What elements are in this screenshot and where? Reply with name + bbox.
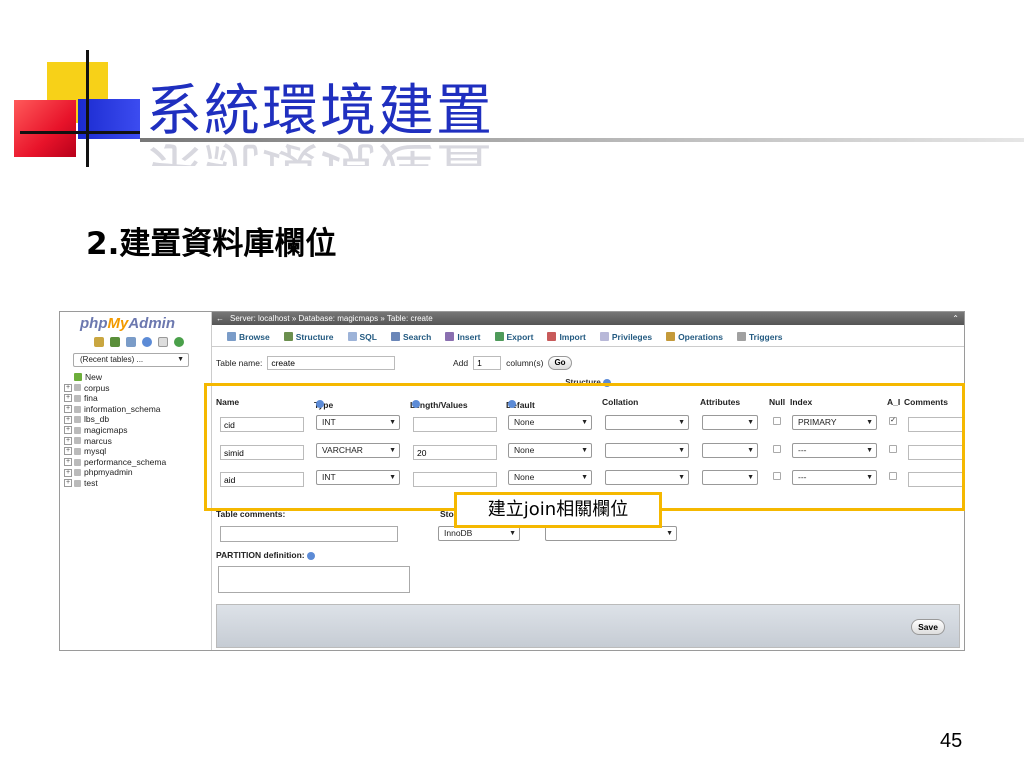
recent-tables-select[interactable]: (Recent tables) ... ▼: [73, 353, 189, 367]
expand-icon[interactable]: +: [64, 479, 72, 488]
chevron-down-icon: ▼: [509, 530, 516, 537]
new-database-icon: [74, 373, 82, 382]
query-window-icon[interactable]: [126, 337, 136, 347]
database-icon: [74, 416, 81, 424]
partition-textarea[interactable]: [218, 566, 410, 593]
red-square-decoration: [14, 100, 76, 157]
expand-icon[interactable]: +: [64, 468, 72, 477]
table-name-input[interactable]: [267, 356, 396, 370]
expand-icon[interactable]: +: [64, 436, 72, 445]
database-icon: [74, 394, 81, 402]
expand-icon[interactable]: +: [64, 415, 72, 424]
tab-insert[interactable]: Insert: [438, 327, 487, 346]
docs-icon[interactable]: [142, 337, 152, 347]
table-name-row: Table name:: [216, 356, 396, 370]
partition-label: PARTITION definition:: [216, 550, 315, 560]
tab-search[interactable]: Search: [384, 327, 438, 346]
expand-icon[interactable]: +: [64, 447, 72, 456]
tree-item-database[interactable]: + corpus: [64, 383, 166, 394]
reload-icon[interactable]: [174, 337, 184, 347]
slide-subtitle: 2.建置資料庫欄位: [86, 226, 337, 262]
expand-icon[interactable]: +: [64, 394, 72, 403]
tree-item-database[interactable]: + lbs_db: [64, 414, 166, 425]
database-icon: [74, 479, 81, 487]
chevron-down-icon: ▼: [666, 530, 673, 537]
horizontal-rule-decoration: [20, 131, 140, 134]
vertical-rule-decoration: [86, 50, 89, 167]
table-collation-select[interactable]: ▼: [545, 526, 677, 541]
table-comments-input[interactable]: [220, 526, 398, 542]
tree-item-database[interactable]: + magicmaps: [64, 425, 166, 436]
tree-item-database[interactable]: + information_schema: [64, 404, 166, 415]
tab-sql[interactable]: SQL: [341, 327, 384, 346]
expand-icon[interactable]: +: [64, 426, 72, 435]
save-button[interactable]: Save: [911, 619, 945, 635]
structure-icon: [283, 332, 293, 341]
database-icon: [74, 426, 81, 434]
database-icon: [74, 384, 81, 392]
chevron-down-icon: ▼: [177, 356, 184, 363]
collapse-icon[interactable]: ⌃: [952, 312, 959, 325]
tree-item-new[interactable]: New: [64, 372, 166, 383]
tree-item-database[interactable]: + marcus: [64, 436, 166, 447]
insert-icon: [445, 332, 455, 341]
search-icon: [391, 332, 400, 341]
quick-icons: [94, 337, 184, 347]
operations-icon: [666, 332, 676, 341]
tab-export[interactable]: Export: [488, 327, 541, 346]
add-columns-row: Add column(s) Go: [453, 356, 572, 370]
privileges-icon: [599, 332, 609, 341]
tab-privileges[interactable]: Privileges: [593, 327, 659, 346]
expand-icon[interactable]: +: [64, 458, 72, 467]
back-arrow-icon[interactable]: ←: [216, 312, 224, 325]
browse-icon: [227, 332, 236, 341]
tree-item-database[interactable]: + mysql: [64, 446, 166, 457]
tree-item-database[interactable]: + phpmyadmin: [64, 467, 166, 478]
slide-title: 系統環境建置: [146, 79, 494, 144]
tab-triggers[interactable]: Triggers: [730, 327, 790, 346]
help-icon[interactable]: [306, 551, 315, 560]
tab-import[interactable]: Import: [540, 327, 592, 346]
triggers-icon: [736, 332, 746, 341]
database-icon: [74, 458, 81, 466]
database-tree: New + corpus + fina + information_schema + lbs_…: [64, 372, 166, 489]
export-icon: [494, 332, 504, 341]
tree-item-database[interactable]: + test: [64, 478, 166, 489]
breadcrumb-table[interactable]: Table: create: [387, 314, 433, 323]
expand-icon[interactable]: +: [64, 383, 72, 392]
tree-item-database[interactable]: + fina: [64, 393, 166, 404]
sql-icon: [347, 332, 357, 341]
breadcrumb-server[interactable]: Server: localhost: [230, 314, 290, 323]
tab-bar: Browse Structure SQL Search Insert Export Impo…: [212, 327, 964, 347]
database-icon: [74, 447, 81, 455]
bottom-action-bar: Save: [216, 604, 960, 648]
tab-structure[interactable]: Structure: [277, 327, 341, 346]
database-icon: [74, 437, 81, 445]
tab-browse[interactable]: Browse: [220, 327, 277, 346]
storage-engine-select[interactable]: InnoDB ▼: [438, 526, 520, 541]
database-icon: [74, 469, 81, 477]
go-button[interactable]: Go: [548, 356, 572, 370]
expand-icon[interactable]: +: [64, 405, 72, 414]
tab-operations[interactable]: Operations: [659, 327, 730, 346]
breadcrumb-database[interactable]: Database: magicmaps: [299, 314, 379, 323]
tree-item-database[interactable]: + performance_schema: [64, 457, 166, 468]
logout-icon[interactable]: [110, 337, 120, 347]
breadcrumb: ← Server: localhost » Database: magicmap…: [212, 312, 964, 325]
database-icon: [74, 405, 81, 413]
slide-title-reflection: 系統環境建置: [146, 140, 546, 166]
phpmyadmin-logo[interactable]: phpMyAdmin: [80, 315, 175, 332]
callout-label: 建立join相關欄位: [454, 492, 662, 528]
add-columns-count-input[interactable]: [473, 356, 502, 370]
page-number: 45: [940, 730, 963, 752]
wiki-icon[interactable]: [158, 337, 168, 347]
navigation-panel: phpMyAdmin (Recent tables) ... ▼ New + cor…: [60, 312, 212, 650]
home-icon[interactable]: [94, 337, 104, 347]
import-icon: [547, 332, 557, 341]
